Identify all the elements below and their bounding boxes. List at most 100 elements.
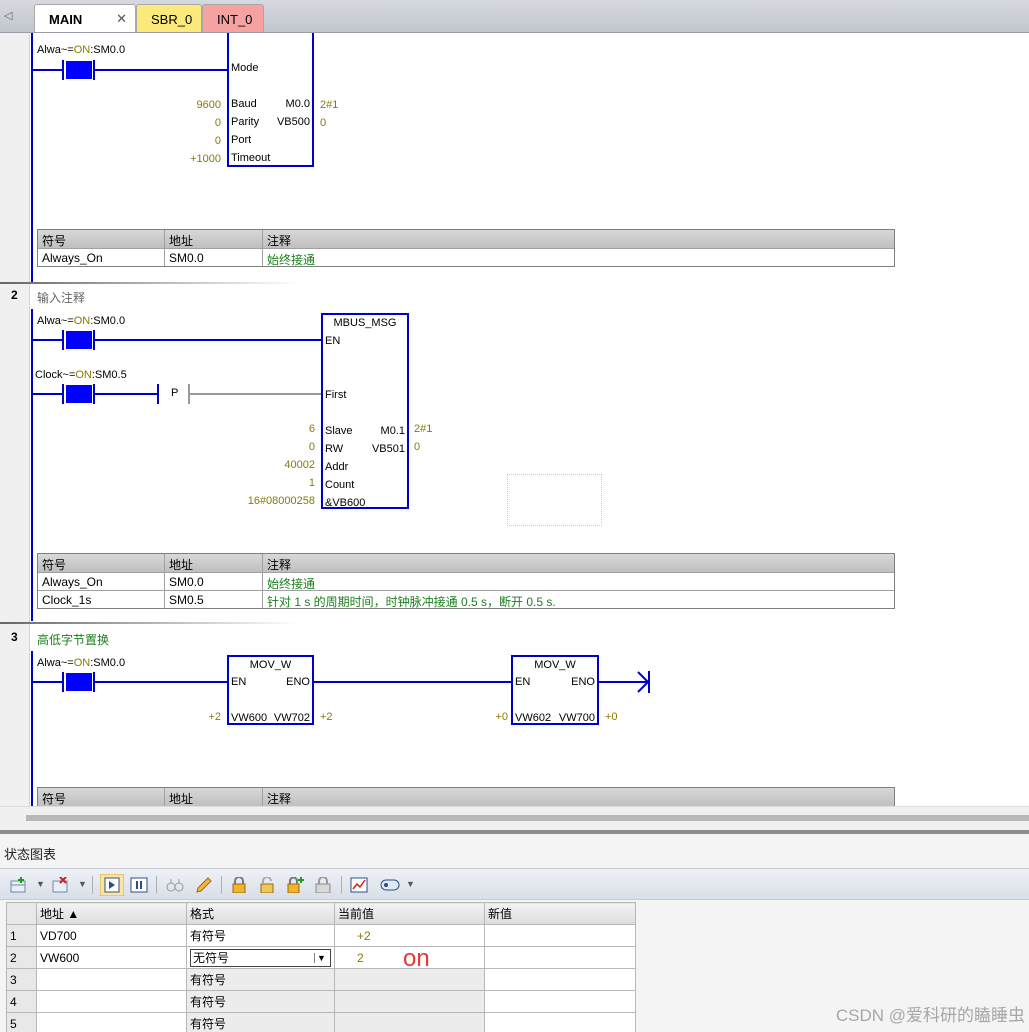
slave-value[interactable]: 6 — [309, 423, 315, 435]
addr-value[interactable]: 40002 — [284, 459, 315, 471]
table-row: 1 VD700 有符号 +2 — [6, 924, 636, 947]
lock-icon[interactable] — [230, 877, 248, 893]
pin-done: M0.0 — [285, 98, 310, 110]
power-rail — [31, 651, 33, 806]
trend-chart-icon[interactable] — [350, 877, 368, 893]
monitor-start-icon[interactable] — [100, 874, 124, 896]
format-cell[interactable]: 有符号 — [186, 968, 335, 991]
read-icon[interactable] — [166, 877, 184, 893]
symtab-header-comment: 注释 — [267, 234, 292, 248]
toolbar-separator — [92, 876, 93, 894]
row-index-header — [6, 902, 37, 925]
error-value: 0 — [320, 117, 327, 129]
selection-cursor — [507, 474, 602, 526]
address-cell[interactable]: VW600 — [36, 946, 187, 969]
col-address[interactable]: 地址 ▲ — [36, 902, 187, 925]
pin-rw: RW — [325, 443, 344, 455]
address-cell[interactable] — [36, 968, 187, 991]
symtab-header-address: 地址 — [165, 554, 263, 572]
new-value-cell[interactable] — [484, 968, 636, 991]
wire — [95, 681, 227, 683]
port-value[interactable]: 0 — [215, 135, 221, 147]
pin-mode: Mode — [231, 62, 259, 74]
horizontal-scrollbar[interactable] — [0, 806, 1029, 830]
scrollbar-thumb[interactable] — [26, 815, 1029, 821]
done-value: 2#1 — [414, 423, 433, 435]
count-value[interactable]: 1 — [309, 477, 315, 489]
toolbar-separator — [156, 876, 157, 894]
dataptr-value[interactable]: 16#08000258 — [248, 495, 315, 507]
box-title: MOV_W — [249, 659, 292, 671]
tag-icon[interactable] — [380, 877, 402, 893]
contact-always-on[interactable] — [66, 673, 92, 691]
parity-value[interactable]: 0 — [215, 117, 221, 129]
pin-addr: Addr — [325, 461, 349, 473]
network-number: 3 — [11, 630, 18, 644]
mov-w-box-1[interactable]: MOV_W EN ENO VW600 VW702 — [227, 655, 314, 725]
delete-row-icon[interactable] — [52, 877, 70, 893]
tab-scroll-left-icon[interactable]: ◁ — [4, 9, 12, 22]
format-select-value: 无符号 — [193, 951, 230, 965]
timeout-value[interactable]: +1000 — [190, 153, 221, 165]
format-cell[interactable]: 有符号 — [186, 1012, 335, 1032]
lock-add-icon[interactable] — [286, 877, 304, 893]
pin-timeout: Timeout — [231, 152, 271, 164]
insert-row-icon[interactable] — [10, 877, 28, 893]
network-comment[interactable]: 高低字节置换 — [37, 631, 109, 648]
address-cell[interactable]: VD700 — [36, 924, 187, 947]
network-comment[interactable]: 输入注释 — [37, 289, 85, 306]
new-value-cell[interactable] — [484, 990, 636, 1013]
status-toolbar: ▼ ▼ ▼ — [0, 868, 1029, 900]
pencil-icon[interactable] — [194, 877, 212, 893]
rw-value[interactable]: 0 — [309, 441, 315, 453]
address-cell[interactable] — [36, 1012, 187, 1032]
format-cell[interactable]: 有符号 — [186, 990, 335, 1013]
pin-error: VB500 — [276, 116, 310, 128]
mov-w-box-2[interactable]: MOV_W EN ENO VW602 VW700 — [511, 655, 599, 725]
tab-int0[interactable]: INT_0 — [202, 4, 264, 32]
mbus-msg-box[interactable]: MBUS_MSG EN First Slave RW Addr Count &V… — [321, 313, 409, 509]
new-value-cell[interactable] — [484, 1012, 636, 1032]
col-current-value[interactable]: 当前值 — [334, 902, 485, 925]
close-icon[interactable]: ✕ — [116, 11, 127, 27]
pin-first: First — [325, 389, 347, 401]
chevron-down-icon[interactable]: ▼ — [314, 952, 328, 963]
lock-all-icon[interactable] — [314, 877, 332, 893]
col-format[interactable]: 格式 — [186, 902, 335, 925]
table-row: Clock_1s SM0.5 针对 1 s 的周期时间，时钟脉冲接通 0.5 s… — [38, 590, 894, 609]
monitor-pause-icon[interactable] — [130, 877, 148, 893]
pin-eno: ENO — [286, 676, 310, 688]
format-select[interactable]: 无符号 ▼ — [190, 948, 331, 967]
positive-edge-contact[interactable]: P — [171, 387, 178, 399]
format-cell[interactable]: 有符号 — [186, 924, 335, 947]
tab-sbr0[interactable]: SBR_0 — [136, 4, 202, 32]
tab-main[interactable]: MAIN ✕ — [34, 4, 136, 32]
chevron-down-icon[interactable]: ▼ — [78, 879, 87, 889]
mbus-ctrl-box[interactable]: Mode Baud Parity Port Timeout M0.0 VB500 — [227, 33, 314, 167]
new-value-cell[interactable] — [484, 946, 636, 969]
tab-bar: ◁ MAIN ✕ SBR_0 INT_0 — [0, 0, 1029, 33]
contact-label: Alwa~=ON:SM0.0 — [37, 657, 126, 669]
symtab-header-symbol: 符号 — [38, 788, 165, 806]
baud-value[interactable]: 9600 — [197, 99, 221, 111]
symtab-header-comment: 注释 — [267, 558, 292, 572]
contact-clock-1s[interactable] — [66, 385, 92, 403]
pin-out: VW702 — [273, 712, 310, 724]
pin-in: VW600 — [231, 712, 268, 724]
wire — [95, 69, 227, 71]
contact-always-on[interactable] — [66, 61, 92, 79]
pin-en: EN — [515, 676, 531, 688]
wire — [95, 393, 157, 395]
chevron-down-icon[interactable]: ▼ — [36, 879, 45, 889]
new-value-cell[interactable] — [484, 924, 636, 947]
network-separator — [0, 282, 300, 284]
format-cell[interactable]: 无符号 ▼ — [186, 946, 335, 969]
chevron-down-icon[interactable]: ▼ — [406, 879, 415, 889]
col-new-value[interactable]: 新值 — [484, 902, 636, 925]
toolbar-separator — [341, 876, 342, 894]
address-cell[interactable] — [36, 990, 187, 1013]
pin-en: EN — [325, 335, 341, 347]
unlock-icon[interactable] — [258, 877, 276, 893]
contact-always-on[interactable] — [66, 331, 92, 349]
ladder-editor[interactable]: Alwa~=ON:SM0.0 Mode Baud Parity Port Tim… — [0, 33, 1029, 806]
